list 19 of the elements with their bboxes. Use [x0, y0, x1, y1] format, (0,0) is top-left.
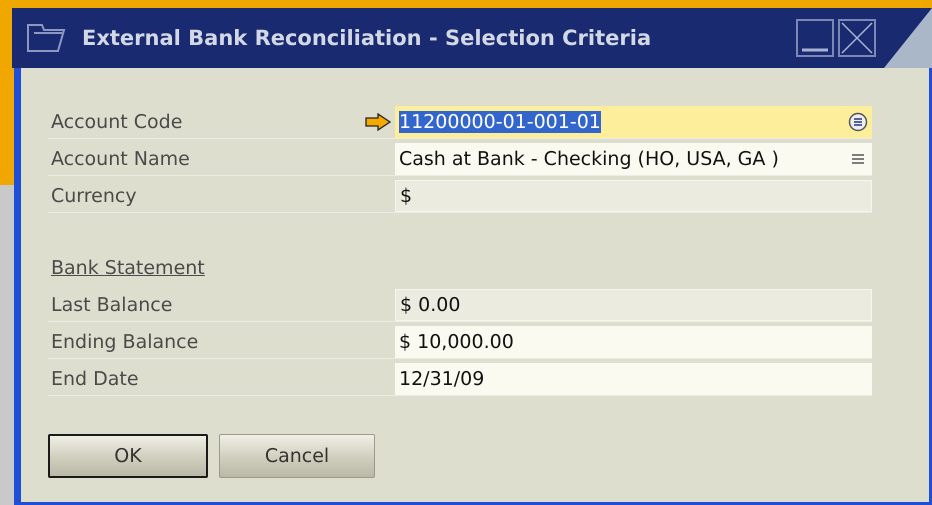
field-label: Last Balance [50, 293, 174, 318]
arrow-icon [365, 113, 391, 131]
field-label: Currency [50, 184, 138, 209]
input-field[interactable]: $ 10,000.00 [395, 326, 872, 358]
field-label: Ending Balance [50, 330, 200, 355]
minimize-icon[interactable] [796, 19, 834, 57]
dialog-button[interactable]: OK [48, 434, 208, 478]
input-field[interactable]: Cash at Bank - Checking (HO, USA, GA ) [395, 143, 872, 175]
field-label: Account Name [50, 147, 191, 172]
field-label: Account Code [50, 110, 184, 135]
list-icon[interactable] [848, 112, 868, 132]
window-icon [26, 23, 66, 53]
field-label: End Date [50, 367, 140, 392]
input-field[interactable]: 12/31/09 [395, 363, 872, 395]
window-title: External Bank Reconciliation - Selection Criteria [82, 26, 652, 50]
dialog-button[interactable]: Cancel [219, 434, 375, 478]
input-field[interactable]: 11200000-01-001-01 [395, 106, 872, 138]
close-icon[interactable] [838, 19, 876, 57]
section-heading: Bank Statement [51, 256, 205, 281]
